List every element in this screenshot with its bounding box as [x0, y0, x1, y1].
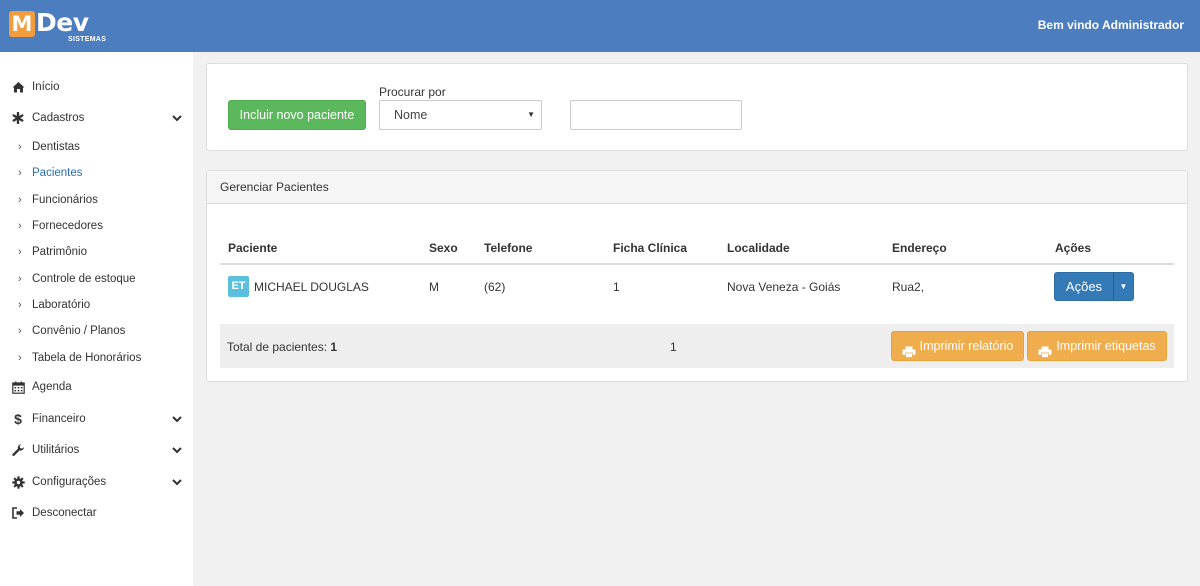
sidebar-item-financeiro[interactable]: $ Financeiro: [0, 407, 193, 431]
patient-sex: M: [429, 280, 439, 294]
sidebar-subitem-funcionarios[interactable]: › Funcionários: [0, 189, 193, 211]
gear-icon: [11, 475, 25, 489]
sidebar-item-desconectar[interactable]: Desconectar: [0, 501, 193, 525]
chevron-right-icon: ›: [18, 299, 22, 311]
print-labels-button[interactable]: Imprimir etiquetas: [1027, 331, 1167, 361]
print-labels-label: Imprimir etiquetas: [1056, 339, 1156, 353]
column-header-localidade: Localidade: [727, 241, 790, 255]
panel-title: Gerenciar Pacientes: [220, 180, 329, 194]
sidebar-item-label: Desconectar: [32, 507, 97, 519]
sidebar-subitem-laboratorio[interactable]: › Laboratório: [0, 294, 193, 316]
dollar-icon: $: [14, 411, 22, 427]
chevron-down-icon[interactable]: [171, 444, 183, 456]
sidebar-subitem-fornecedores[interactable]: › Fornecedores: [0, 215, 193, 237]
caret-down-icon: ▼: [1119, 282, 1128, 291]
sidebar-subitem-label: Funcionários: [32, 194, 98, 206]
chevron-right-icon: ›: [18, 246, 22, 258]
table-footer: Total de pacientes: 1 1 Imprimir relatór…: [220, 324, 1174, 368]
asterisk-icon: [11, 111, 25, 125]
header-divider: [220, 263, 1174, 265]
search-by-label: Procurar por: [379, 85, 446, 99]
patient-location: Nova Veneza - Goiás: [727, 280, 841, 294]
sidebar-item-label: Cadastros: [32, 112, 85, 124]
sidebar: Início Cadastros › Dentistas › Pacientes…: [0, 52, 193, 586]
sidebar-subitem-label: Dentistas: [32, 141, 80, 153]
chevron-right-icon: ›: [18, 352, 22, 364]
sidebar-subitem-controle-estoque[interactable]: › Controle de estoque: [0, 268, 193, 290]
search-by-value: Nome: [394, 108, 428, 122]
sidebar-item-cadastros[interactable]: Cadastros: [0, 106, 193, 130]
sidebar-item-label: Agenda: [32, 381, 72, 393]
sidebar-subitem-honorarios[interactable]: › Tabela de Honorários: [0, 347, 193, 369]
chevron-right-icon: ›: [18, 325, 22, 337]
sidebar-subitem-label: Pacientes: [32, 167, 83, 179]
logo-subtitle: SISTEMAS: [68, 36, 107, 43]
chevron-down-icon[interactable]: [171, 112, 183, 124]
total-label: Total de pacientes:: [227, 340, 328, 354]
search-by-select[interactable]: Nome ▼: [379, 100, 542, 130]
sidebar-subitem-label: Fornecedores: [32, 220, 103, 232]
search-panel: Incluir novo paciente Procurar por Nome …: [206, 63, 1188, 151]
home-icon: [11, 80, 25, 94]
caret-down-icon: ▼: [527, 110, 535, 119]
sidebar-item-label: Configurações: [32, 476, 107, 488]
chevron-down-icon[interactable]: [171, 476, 183, 488]
chevron-down-icon[interactable]: [171, 413, 183, 425]
chevron-right-icon: ›: [18, 220, 22, 232]
manage-patients-panel: Gerenciar Pacientes Paciente Sexo Telefo…: [206, 170, 1188, 382]
print-icon: [902, 340, 916, 358]
calendar-icon: [11, 380, 25, 394]
sidebar-item-label: Utilitários: [32, 444, 80, 456]
patient-phone: (62): [484, 280, 506, 294]
pagination-page[interactable]: 1: [670, 340, 677, 354]
print-icon: [1038, 340, 1052, 358]
logo-wordmark: Dev: [36, 8, 89, 37]
sidebar-subitem-dentistas[interactable]: › Dentistas: [0, 136, 193, 158]
total-value: 1: [330, 340, 338, 354]
chevron-right-icon: ›: [18, 194, 22, 206]
patient-address: Rua2,: [892, 280, 925, 294]
print-report-button[interactable]: Imprimir relatório: [891, 331, 1024, 361]
column-header-endereco: Endereço: [892, 241, 947, 255]
sidebar-item-label: Início: [32, 81, 60, 93]
panel-header: Gerenciar Pacientes: [207, 171, 1187, 204]
add-patient-button[interactable]: Incluir novo paciente: [228, 100, 366, 130]
sidebar-subitem-patrimonio[interactable]: › Patrimônio: [0, 241, 193, 263]
logo-mark: M: [9, 11, 35, 37]
avatar: ET: [228, 276, 249, 297]
patient-record: 1: [613, 280, 620, 294]
sidebar-item-agenda[interactable]: Agenda: [0, 375, 193, 399]
column-header-paciente: Paciente: [228, 241, 278, 255]
sidebar-item-configuracoes[interactable]: Configurações: [0, 470, 193, 494]
sidebar-subitem-label: Tabela de Honorários: [32, 352, 142, 364]
chevron-right-icon: ›: [18, 167, 22, 179]
print-report-label: Imprimir relatório: [919, 339, 1014, 353]
patient-name[interactable]: MICHAEL DOUGLAS: [254, 280, 369, 294]
logout-icon: [11, 506, 25, 520]
logo[interactable]: M Dev SISTEMAS: [9, 8, 119, 44]
column-header-ficha: Ficha Clínica: [613, 241, 688, 255]
actions-button[interactable]: Ações: [1054, 272, 1114, 301]
chevron-right-icon: ›: [18, 273, 22, 285]
column-header-telefone: Telefone: [484, 241, 533, 255]
column-header-acoes: Ações: [1055, 241, 1092, 255]
column-header-sexo: Sexo: [429, 241, 458, 255]
sidebar-item-label: Financeiro: [32, 413, 86, 425]
search-input[interactable]: [570, 100, 742, 130]
sidebar-subitem-convenio[interactable]: › Convênio / Planos: [0, 320, 193, 342]
patient-total: Total de pacientes: 1: [227, 340, 337, 354]
top-bar: M Dev SISTEMAS Bem vindo Administrador: [0, 0, 1200, 52]
sidebar-item-utilitarios[interactable]: Utilitários: [0, 438, 193, 462]
chevron-right-icon: ›: [18, 141, 22, 153]
actions-dropdown-toggle[interactable]: ▼: [1113, 272, 1134, 301]
sidebar-subitem-label: Convênio / Planos: [32, 325, 126, 337]
sidebar-subitem-label: Laboratório: [32, 299, 91, 311]
wrench-icon: [11, 443, 25, 457]
sidebar-subitem-label: Controle de estoque: [32, 273, 136, 285]
sidebar-item-inicio[interactable]: Início: [0, 75, 193, 99]
sidebar-subitem-label: Patrimônio: [32, 246, 87, 258]
sidebar-subitem-pacientes[interactable]: › Pacientes: [0, 162, 193, 184]
welcome-text: Bem vindo Administrador: [1037, 18, 1184, 32]
